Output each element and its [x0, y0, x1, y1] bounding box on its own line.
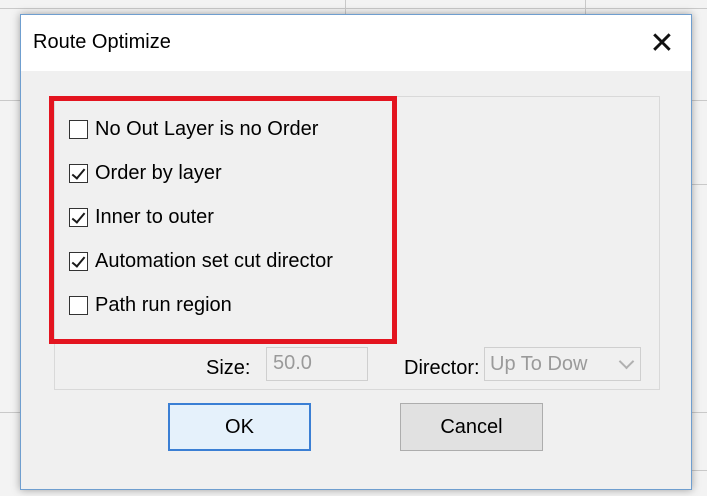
bg-gridline [0, 100, 20, 101]
bg-gridline [690, 412, 707, 413]
size-label: Size: [206, 357, 251, 379]
checkbox[interactable] [69, 163, 88, 183]
bg-gridline [0, 8, 707, 9]
director-select[interactable]: Up To Dow [484, 347, 641, 381]
director-label: Director: [404, 357, 480, 379]
option-label: No Out Layer is no Order [95, 117, 319, 140]
cancel-button[interactable]: Cancel [400, 403, 543, 451]
checkbox[interactable] [69, 295, 88, 315]
checkbox[interactable] [69, 251, 88, 271]
director-value: Up To Dow [490, 352, 588, 375]
option-label: Order by layer [95, 161, 222, 184]
close-icon[interactable]: ✕ [633, 15, 691, 71]
option-label: Inner to outer [95, 205, 214, 228]
option-path-run-region[interactable]: Path run region [69, 292, 232, 318]
checkbox[interactable] [69, 207, 88, 227]
bg-gridline [345, 0, 346, 14]
option-order-by-layer[interactable]: Order by layer [69, 160, 222, 186]
option-label: Automation set cut director [95, 249, 333, 272]
ok-button[interactable]: OK [168, 403, 311, 451]
bg-gridline [690, 100, 707, 101]
dialog-titlebar: Route Optimize ✕ [21, 15, 691, 71]
bg-gridline [585, 0, 586, 14]
bg-gridline [690, 184, 707, 185]
size-input[interactable]: 50.0 [266, 347, 368, 381]
bg-gridline [0, 412, 20, 413]
chevron-down-icon [618, 353, 635, 370]
option-label: Path run region [95, 293, 232, 316]
dialog-title: Route Optimize [33, 31, 171, 53]
option-no-out-layer[interactable]: No Out Layer is no Order [69, 116, 318, 142]
option-automation-cut-director[interactable]: Automation set cut director [69, 248, 333, 274]
checkbox[interactable] [69, 119, 88, 139]
option-inner-to-outer[interactable]: Inner to outer [69, 204, 214, 230]
bg-gridline [690, 470, 707, 471]
route-optimize-dialog: Route Optimize ✕ No Out Layer is no Orde… [20, 14, 692, 490]
